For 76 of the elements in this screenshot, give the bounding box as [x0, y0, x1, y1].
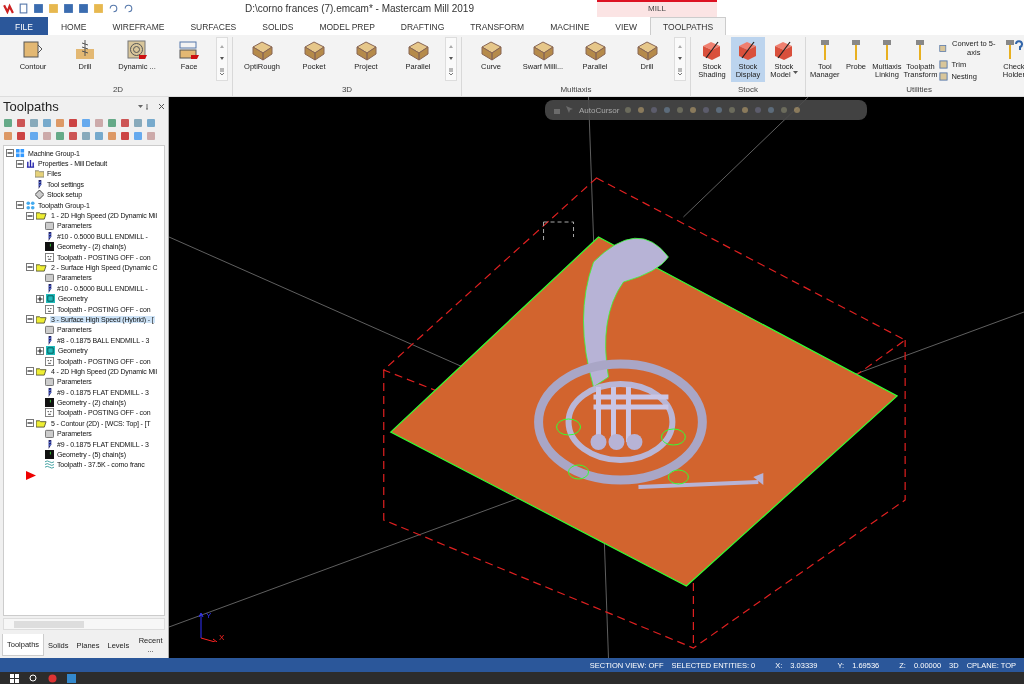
group-title: Stock	[737, 85, 759, 96]
ribbon-tab[interactable]: VIEW	[602, 17, 651, 35]
ribbon-tab[interactable]: SURFACES	[177, 17, 250, 35]
collapse-icon[interactable]	[26, 263, 34, 272]
expand-icon[interactable]	[36, 294, 44, 303]
block-icon	[406, 39, 430, 61]
chain-geometry-icon	[45, 398, 54, 408]
grid-icon	[16, 148, 25, 158]
cursor-icon[interactable]	[566, 106, 574, 114]
ribbon-tab[interactable]: TOOLPATHS	[650, 17, 727, 35]
surface-geometry-icon	[46, 346, 55, 356]
chain-geometry-icon	[45, 450, 54, 459]
collapse-icon[interactable]	[26, 367, 34, 376]
group-title: 2D	[111, 85, 125, 96]
drill-icon	[73, 39, 97, 61]
wave-lines-icon	[45, 460, 54, 470]
axis-triad-drawing: Y X	[197, 608, 231, 642]
ribbon-tab[interactable]: HOME	[47, 17, 100, 35]
ribbon-tab[interactable]: MACHINE	[537, 17, 603, 35]
block-icon	[635, 39, 659, 61]
autocursor-label[interactable]: AutoCursor	[579, 105, 620, 115]
lock-icon[interactable]	[553, 106, 561, 114]
contour-icon	[21, 39, 45, 61]
gallery-scroller[interactable]	[674, 37, 686, 81]
search-icon[interactable]	[29, 673, 38, 683]
block-icon	[583, 39, 607, 61]
panel-title: Toolpaths	[3, 99, 60, 114]
flag-icon	[26, 470, 36, 480]
collapse-icon[interactable]	[26, 211, 34, 220]
block-icon	[479, 39, 503, 61]
group-title: Multiaxis	[559, 85, 593, 96]
collapse-icon[interactable]	[16, 159, 24, 168]
undo-icon[interactable]	[108, 3, 119, 14]
expand-icon[interactable]	[36, 346, 44, 355]
nc-file-icon	[45, 408, 54, 418]
nc-file-icon	[45, 356, 54, 366]
file-menu-tab[interactable]: FILE	[0, 17, 48, 35]
face-mill-icon	[177, 39, 201, 61]
ribbon-tab[interactable]: WIREFRAME	[99, 17, 178, 35]
collapse-icon[interactable]	[26, 315, 34, 324]
surface-geometry-icon	[46, 294, 55, 304]
circles-icon	[26, 200, 35, 210]
collapse-icon[interactable]	[26, 419, 34, 428]
spiral-icon	[125, 39, 149, 61]
ribbon-tab[interactable]: SOLIDS	[249, 17, 307, 35]
gallery-scroller[interactable]	[445, 37, 457, 81]
tool-icon	[915, 39, 926, 61]
group-title: 3D	[340, 85, 354, 96]
collapse-icon[interactable]	[6, 149, 14, 158]
gallery-scroller[interactable]	[216, 37, 228, 81]
ribbon-tab[interactable]: TRANSFORM	[457, 17, 538, 35]
nc-file-icon	[45, 252, 54, 262]
new-file-icon[interactable]	[18, 3, 29, 14]
horizontal-scrollbar[interactable]	[3, 618, 165, 630]
start-icon[interactable]	[10, 673, 19, 683]
origin-marker	[543, 221, 575, 243]
chain-geometry-icon	[45, 242, 54, 252]
redo-icon[interactable]	[123, 3, 134, 14]
close-icon[interactable]	[158, 103, 165, 110]
logo-icon[interactable]	[3, 3, 14, 14]
diamond-icon	[35, 190, 44, 200]
group-title: Utilities	[905, 85, 933, 96]
tool-icon	[819, 39, 830, 61]
ribbon-tab[interactable]: DRAFTING	[387, 17, 458, 35]
block-icon	[354, 39, 378, 61]
context-tab-label: MILL	[597, 0, 717, 17]
tool-icon	[881, 39, 892, 61]
block-icon	[302, 39, 326, 61]
nc-file-icon	[45, 304, 54, 314]
tool-icon	[851, 39, 861, 61]
block-icon	[531, 39, 555, 61]
collapse-icon[interactable]	[16, 201, 24, 210]
ribbon-tab[interactable]: MODEL PREP	[306, 17, 388, 35]
bar-chart-icon	[26, 159, 35, 169]
block-icon	[250, 39, 274, 61]
window-title: D:\corno frances (7).emcam* - Mastercam Mill 2019	[245, 3, 474, 14]
